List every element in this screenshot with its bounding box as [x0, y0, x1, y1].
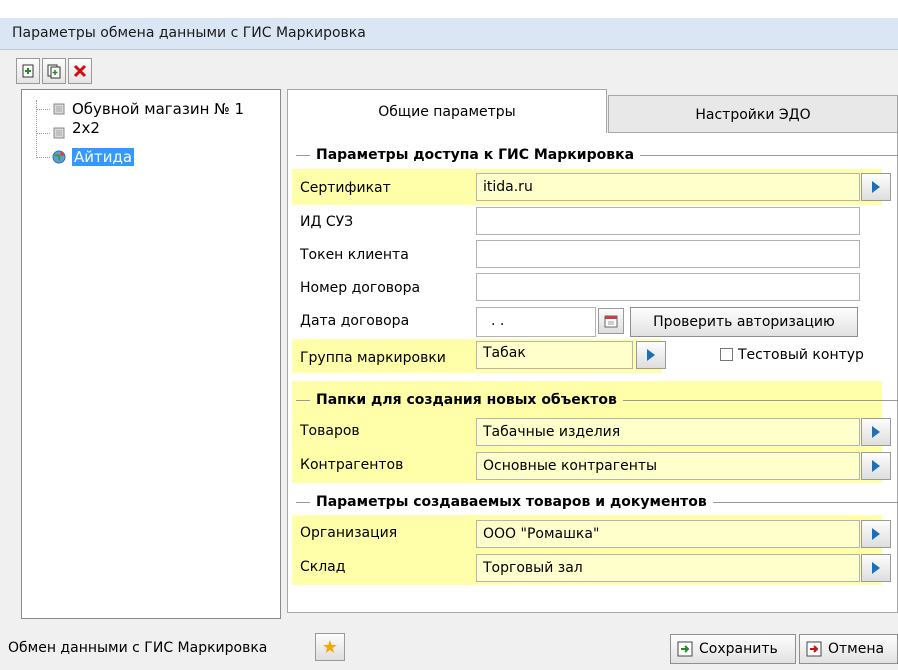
group-select-button[interactable]: [636, 341, 666, 369]
goods-folder-select-button[interactable]: [861, 418, 891, 446]
add-button[interactable]: [16, 58, 40, 84]
contractors-label: Контрагентов: [300, 457, 404, 473]
top-strip: [0, 0, 898, 18]
add-icon: [22, 64, 34, 78]
contract-number-field[interactable]: [476, 273, 860, 301]
toolbar: [16, 58, 92, 86]
test-contour-label: Тестовый контур: [738, 347, 864, 363]
test-contour-checkbox[interactable]: [720, 348, 733, 361]
general-panel: Параметры доступа к ГИС Маркировка Серти…: [287, 133, 898, 613]
contractors-folder-select-button[interactable]: [861, 452, 891, 480]
arrow-right-icon: [647, 349, 655, 361]
tree-item-label: Айтида: [72, 148, 135, 166]
save-button[interactable]: Сохранить: [670, 634, 796, 664]
certificate-label: Сертификат: [300, 180, 391, 196]
organization-field[interactable]: ООО "Ромашка": [476, 520, 860, 548]
save-label: Сохранить: [699, 641, 778, 657]
contract-number-label: Номер договора: [300, 280, 421, 296]
check-auth-button[interactable]: Проверить авторизацию: [630, 307, 858, 337]
star-icon: ★: [321, 636, 339, 658]
favorite-button[interactable]: ★: [315, 633, 345, 661]
calendar-icon: [604, 315, 618, 328]
cancel-icon: [806, 641, 822, 657]
store-icon: [53, 103, 65, 115]
cancel-label: Отмена: [828, 641, 885, 657]
tab-edo-settings[interactable]: Настройки ЭДО: [608, 95, 898, 133]
tabs-area: Общие параметры Настройки ЭДО Параметры …: [287, 89, 898, 613]
section-access: Параметры доступа к ГИС Маркировка: [296, 143, 898, 167]
certificate-select-button[interactable]: [861, 173, 891, 201]
window-title: Параметры обмена данными с ГИС Маркировк…: [0, 18, 898, 50]
section-title: Параметры создаваемых товаров и документ…: [316, 494, 707, 510]
section-title: Параметры доступа к ГИС Маркировка: [316, 147, 635, 163]
arrow-right-icon: [872, 460, 880, 472]
tree-item-selected[interactable]: Айтида: [36, 146, 135, 168]
delete-button[interactable]: [68, 58, 92, 84]
organization-label: Организация: [300, 525, 398, 541]
token-label: Токен клиента: [300, 247, 409, 263]
store-icon: [53, 127, 65, 139]
tree-item[interactable]: Обувной магазин № 1: [36, 98, 244, 120]
arrow-right-icon: [872, 562, 880, 574]
contractors-folder-field[interactable]: Основные контрагенты: [476, 452, 860, 480]
warehouse-label: Склад: [300, 559, 346, 575]
suz-id-field[interactable]: [476, 207, 860, 235]
globe-icon: [52, 150, 66, 164]
objects-tree[interactable]: Обувной магазин № 1 2x2 Айтида: [21, 89, 281, 619]
group-label: Группа маркировки: [300, 350, 446, 366]
section-created: Параметры создаваемых товаров и документ…: [296, 490, 898, 514]
copy-icon: [47, 64, 61, 79]
contract-date-label: Дата договора: [300, 313, 410, 329]
section-folders: Папки для создания новых объектов: [296, 388, 898, 412]
tree-item-label: Обувной магазин № 1: [72, 100, 245, 118]
client-token-field[interactable]: [476, 240, 860, 268]
goods-folder-field[interactable]: Табачные изделия: [476, 418, 860, 446]
marking-group-field[interactable]: Табак: [476, 341, 633, 369]
warehouse-field[interactable]: Торговый зал: [476, 554, 860, 582]
calendar-button[interactable]: [598, 308, 624, 334]
delete-icon: [73, 64, 87, 78]
footer-label: Обмен данными с ГИС Маркировка: [8, 640, 268, 656]
tab-general[interactable]: Общие параметры: [287, 89, 607, 133]
suz-label: ИД СУЗ: [300, 214, 354, 230]
warehouse-select-button[interactable]: [861, 554, 891, 582]
tree-item[interactable]: 2x2: [36, 119, 100, 144]
goods-label: Товаров: [300, 423, 360, 439]
save-icon: [677, 641, 693, 657]
organization-select-button[interactable]: [861, 520, 891, 548]
contract-date-field[interactable]: . .: [476, 307, 596, 337]
arrow-right-icon: [872, 528, 880, 540]
arrow-right-icon: [872, 426, 880, 438]
arrow-right-icon: [872, 181, 880, 193]
copy-button[interactable]: [42, 58, 66, 84]
tree-item-label: 2x2: [72, 119, 100, 137]
cancel-button[interactable]: Отмена: [799, 634, 898, 664]
certificate-field[interactable]: itida.ru: [476, 173, 860, 201]
section-title: Папки для создания новых объектов: [316, 392, 617, 408]
